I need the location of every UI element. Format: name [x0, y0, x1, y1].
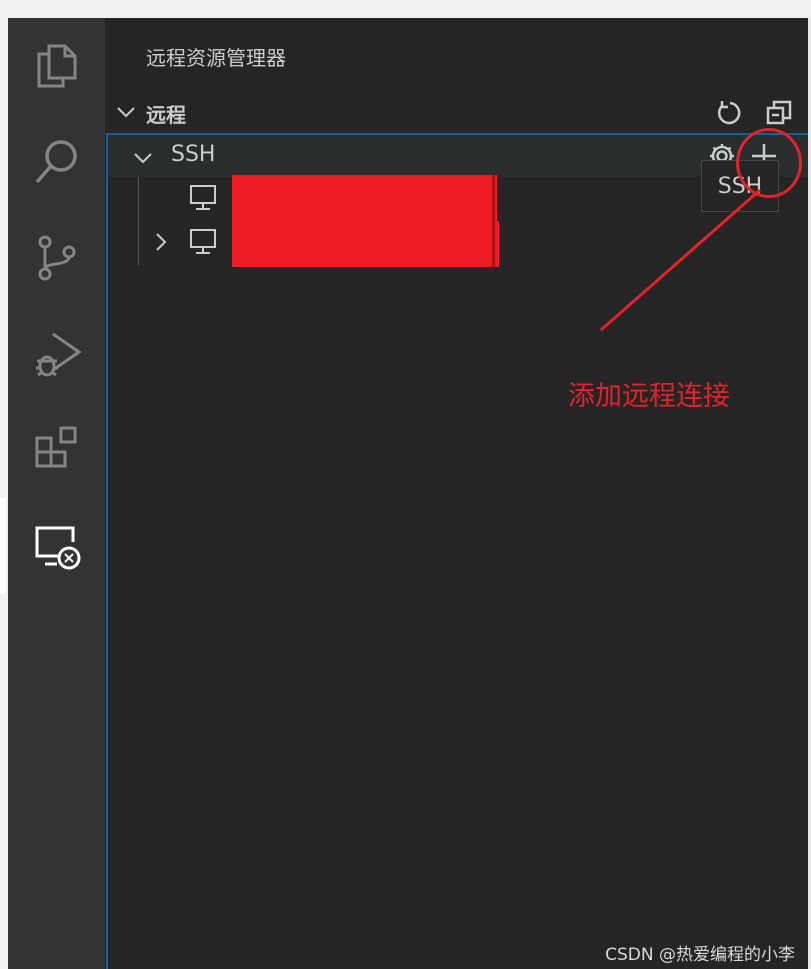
chevron-down-icon[interactable] [132, 147, 154, 169]
remote-tree: SSH [106, 133, 811, 969]
extensions-icon [35, 426, 76, 468]
activity-source-control[interactable] [8, 210, 105, 306]
remote-explorer-icon [35, 526, 80, 570]
ssh-group-label: SSH [171, 142, 216, 167]
collapse-all-icon[interactable] [764, 98, 794, 128]
activity-remote-explorer[interactable] [0, 498, 105, 594]
section-header-remote[interactable]: 远程 [105, 94, 811, 132]
panel-title: 远程资源管理器 [146, 46, 286, 70]
chevron-down-icon[interactable] [115, 101, 137, 123]
section-title: 远程 [146, 103, 186, 127]
monitor-icon [190, 229, 216, 254]
refresh-icon[interactable] [714, 98, 744, 128]
chevron-right-icon[interactable] [150, 231, 172, 253]
annotation-circle [736, 128, 802, 198]
files-icon [37, 44, 76, 88]
activity-extensions[interactable] [8, 402, 105, 498]
source-control-icon [38, 235, 75, 281]
annotation-text: 添加远程连接 [568, 381, 730, 412]
search-icon [35, 140, 77, 184]
monitor-icon [190, 185, 216, 210]
activity-bar [0, 18, 105, 969]
activity-explorer[interactable] [8, 18, 105, 114]
watermark: CSDN @热爱编程的小李 [605, 945, 795, 965]
activity-search[interactable] [8, 114, 105, 210]
redaction-edge [492, 175, 495, 267]
vscode-window: 远程资源管理器 远程 SSH [0, 18, 811, 969]
run-debug-icon [35, 332, 82, 377]
redaction-block [232, 175, 497, 221]
activity-run-debug[interactable] [8, 306, 105, 402]
redaction-block [232, 221, 499, 267]
